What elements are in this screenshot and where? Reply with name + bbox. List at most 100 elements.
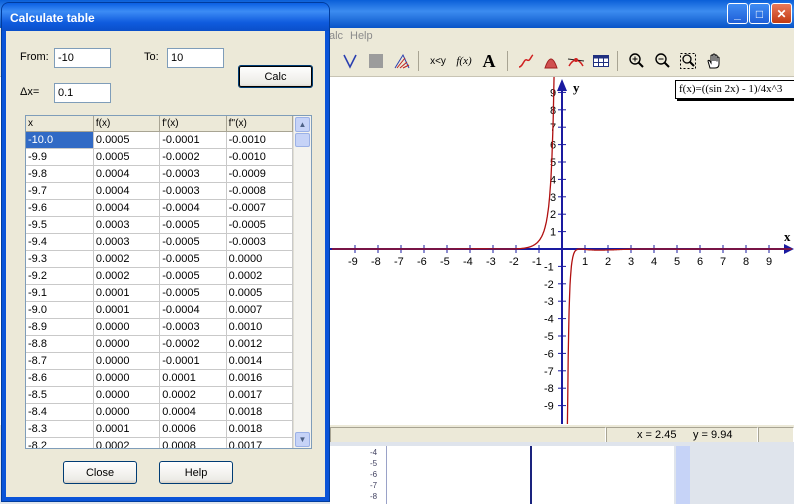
table-row[interactable]: -9.1 0.0001 -0.0005 0.0005 xyxy=(26,284,294,302)
table-cell[interactable]: -9.7 xyxy=(26,182,94,200)
text-button[interactable]: A xyxy=(477,49,501,73)
table-row[interactable]: -9.5 0.0003 -0.0005 -0.0005 xyxy=(26,216,294,234)
table-cell[interactable]: 0.0001 xyxy=(93,284,161,302)
table-cell[interactable]: -8.7 xyxy=(26,352,94,370)
table-row[interactable]: -9.0 0.0001 -0.0004 0.0007 xyxy=(26,301,294,319)
table-cell[interactable]: -9.2 xyxy=(26,267,94,285)
status-grip[interactable] xyxy=(758,427,794,443)
scroll-thumb[interactable] xyxy=(295,133,310,147)
calc-button[interactable]: Calc xyxy=(238,65,313,88)
hatch-area-icon[interactable] xyxy=(390,49,414,73)
table-cell[interactable]: 0.0014 xyxy=(226,352,294,370)
table-cell[interactable]: 0.0018 xyxy=(226,420,294,438)
table-cell[interactable]: 0.0005 xyxy=(226,284,294,302)
table-row[interactable]: -9.4 0.0003 -0.0005 -0.0003 xyxy=(26,233,294,251)
zoom-in-icon[interactable] xyxy=(624,49,648,73)
table-cell[interactable]: -9.1 xyxy=(26,284,94,302)
table-row[interactable]: -9.3 0.0002 -0.0005 0.0000 xyxy=(26,250,294,268)
close-button[interactable]: Close xyxy=(63,461,137,484)
table-cell[interactable]: -0.0008 xyxy=(226,182,294,200)
table-cell[interactable]: -10.0 xyxy=(26,131,94,149)
table-cell[interactable]: -8.3 xyxy=(26,420,94,438)
table-cell[interactable]: 0.0004 xyxy=(93,199,161,217)
table-cell[interactable]: 0.0018 xyxy=(226,403,294,421)
table-cell[interactable]: -8.6 xyxy=(26,369,94,387)
table-cell[interactable]: -0.0005 xyxy=(159,216,227,234)
table-cell[interactable]: -0.0002 xyxy=(159,148,227,166)
table-icon[interactable] xyxy=(589,49,613,73)
area-icon[interactable] xyxy=(539,49,563,73)
table-row[interactable]: -8.7 0.0000 -0.0001 0.0014 xyxy=(26,352,294,370)
table-row[interactable]: -9.9 0.0005 -0.0002 -0.0010 xyxy=(26,148,294,166)
table-row[interactable]: -9.6 0.0004 -0.0004 -0.0007 xyxy=(26,199,294,217)
maximize-button[interactable]: □ xyxy=(749,3,770,24)
table-row[interactable]: -9.7 0.0004 -0.0003 -0.0008 xyxy=(26,182,294,200)
table-cell[interactable]: -0.0005 xyxy=(226,216,294,234)
table-cell[interactable]: -0.0001 xyxy=(159,131,227,149)
table-cell[interactable]: -0.0005 xyxy=(159,233,227,251)
graph-curve-icon[interactable] xyxy=(338,49,362,73)
scroll-up-icon[interactable]: ▲ xyxy=(295,117,310,132)
table-cell[interactable]: -8.8 xyxy=(26,335,94,353)
table-row[interactable]: -8.3 0.0001 0.0006 0.0018 xyxy=(26,420,294,438)
help-button[interactable]: Help xyxy=(159,461,233,484)
table-row[interactable]: -10.0 0.0005 -0.0001 -0.0010 xyxy=(26,131,294,149)
table-cell[interactable]: -0.0001 xyxy=(159,352,227,370)
zoom-window-icon[interactable] xyxy=(676,49,700,73)
table-cell[interactable]: 0.0000 xyxy=(93,352,161,370)
dialog-title-bar[interactable]: Calculate table xyxy=(2,3,329,31)
close-app-button[interactable]: ✕ xyxy=(771,3,792,24)
table-cell[interactable]: -0.0003 xyxy=(226,233,294,251)
table-cell[interactable]: 0.0002 xyxy=(159,386,227,404)
table-vertical-scrollbar[interactable]: ▲ ▼ xyxy=(293,116,311,448)
table-cell[interactable]: 0.0005 xyxy=(93,131,161,149)
table-cell[interactable]: 0.0016 xyxy=(226,369,294,387)
table-cell[interactable]: 0.0000 xyxy=(93,386,161,404)
table-cell[interactable]: 0.0000 xyxy=(93,403,161,421)
minimize-button[interactable]: _ xyxy=(727,3,748,24)
table-cell[interactable]: -0.0004 xyxy=(159,301,227,319)
table-cell[interactable]: -0.0005 xyxy=(159,267,227,285)
table-cell[interactable]: -9.8 xyxy=(26,165,94,183)
pan-hand-icon[interactable] xyxy=(702,49,726,73)
table-cell[interactable]: -0.0003 xyxy=(159,182,227,200)
table-cell[interactable]: -9.5 xyxy=(26,216,94,234)
second-graph-scrollbar[interactable] xyxy=(676,446,690,504)
table-cell[interactable]: -0.0005 xyxy=(159,250,227,268)
from-input[interactable] xyxy=(54,48,111,68)
menu-help[interactable]: Help xyxy=(350,30,373,42)
table-row[interactable]: -9.8 0.0004 -0.0003 -0.0009 xyxy=(26,165,294,183)
table-cell[interactable]: -0.0003 xyxy=(159,318,227,336)
table-cell[interactable]: 0.0003 xyxy=(93,216,161,234)
table-cell[interactable]: 0.0000 xyxy=(226,250,294,268)
menu-calc[interactable]: alc xyxy=(329,30,343,42)
table-cell[interactable]: 0.0012 xyxy=(226,335,294,353)
table-cell[interactable]: 0.0001 xyxy=(159,369,227,387)
table-cell[interactable]: -0.0005 xyxy=(159,284,227,302)
to-input[interactable] xyxy=(167,48,224,68)
table-cell[interactable]: 0.0006 xyxy=(159,420,227,438)
table-cell[interactable]: 0.0017 xyxy=(226,437,294,448)
table-cell[interactable]: -9.9 xyxy=(26,148,94,166)
table-cell[interactable]: -0.0002 xyxy=(159,335,227,353)
column-header[interactable]: x xyxy=(26,116,94,132)
table-cell[interactable]: -0.0003 xyxy=(159,165,227,183)
table-cell[interactable]: -0.0004 xyxy=(159,199,227,217)
table-cell[interactable]: -9.4 xyxy=(26,233,94,251)
zoom-out-icon[interactable] xyxy=(650,49,674,73)
table-cell[interactable]: 0.0004 xyxy=(93,182,161,200)
table-row[interactable]: -8.6 0.0000 0.0001 0.0016 xyxy=(26,369,294,387)
table-cell[interactable]: 0.0000 xyxy=(93,318,161,336)
table-cell[interactable]: 0.0001 xyxy=(93,420,161,438)
table-cell[interactable]: 0.0002 xyxy=(226,267,294,285)
table-cell[interactable]: 0.0004 xyxy=(159,403,227,421)
table-cell[interactable]: -9.3 xyxy=(26,250,94,268)
table-cell[interactable]: 0.0000 xyxy=(93,335,161,353)
table-cell[interactable]: -9.0 xyxy=(26,301,94,319)
table-row[interactable]: -8.9 0.0000 -0.0003 0.0010 xyxy=(26,318,294,336)
table-cell[interactable]: -8.5 xyxy=(26,386,94,404)
table-cell[interactable]: 0.0008 xyxy=(159,437,227,448)
values-table[interactable]: x f(x) f'(x) f''(x) -10.0 0.0005 -0.0001 -0.00… xyxy=(25,115,312,449)
table-row[interactable]: -8.8 0.0000 -0.0002 0.0012 xyxy=(26,335,294,353)
table-cell[interactable]: -9.6 xyxy=(26,199,94,217)
